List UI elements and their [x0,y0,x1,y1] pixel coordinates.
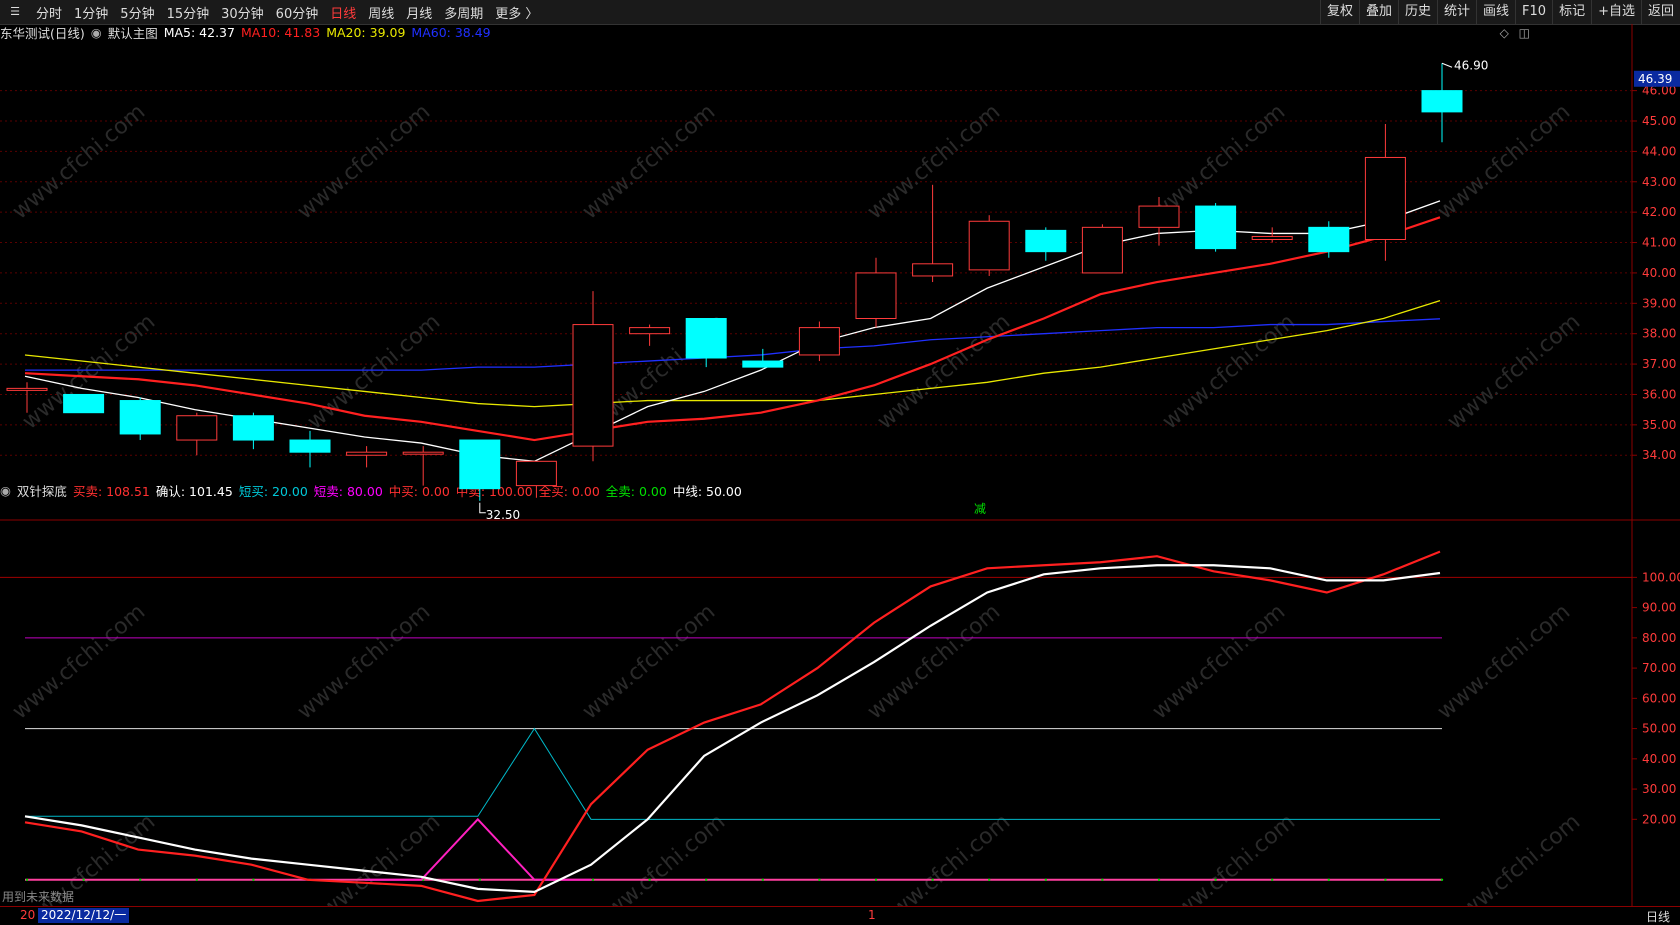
indicator-axis-label: 40.00 [1642,752,1676,766]
price-axis-label: 37.00 [1642,357,1676,371]
candle-body[interactable] [1308,226,1350,253]
candle-body[interactable] [119,400,161,435]
candle-body[interactable] [798,327,840,356]
candle-body[interactable] [1251,235,1293,240]
watermark-text: www.cfchi.com [1148,599,1290,724]
price-axis-label: 45.00 [1642,114,1676,128]
watermark-text: www.cfchi.com [293,99,435,224]
indicator-axis-label: 60.00 [1642,691,1676,705]
indicator-axis-label: 20.00 [1642,812,1676,826]
zero-dot [1440,878,1444,882]
short-buy-line [25,727,1440,820]
price-axis-label: 41.00 [1642,236,1676,250]
ma20-line [24,299,1441,408]
zero-dot [874,878,878,882]
zero-dot [648,878,651,882]
footer-period[interactable]: 日线 [1646,908,1670,925]
indicator-axis-label: 100.00 [1642,570,1680,584]
ma10-line [24,216,1441,442]
zero-dot [1044,878,1048,882]
zero-dot [818,878,821,882]
future-data-note: 用到未来数据 [2,890,75,904]
candle-body[interactable] [346,451,388,456]
indicator-axis-label: 80.00 [1642,631,1676,645]
candle-body[interactable] [912,263,954,277]
candle-body[interactable] [572,324,614,447]
watermark-text: www.cfchi.com [1433,99,1575,224]
watermark-text: www.cfchi.com [863,599,1005,724]
zero-dot [988,878,991,882]
candle-body[interactable] [1364,156,1406,240]
chart-canvas[interactable]: 46.0045.0044.0043.0042.0041.0040.0039.00… [0,0,1680,924]
candle-body[interactable] [232,415,274,441]
low-price-label: 32.50 [486,508,520,522]
candle-body[interactable] [1025,229,1067,253]
zero-dot [25,878,29,882]
watermark-text: www.cfchi.com [1443,309,1585,434]
watermark-text: www.cfchi.com [578,99,720,224]
time-axis-bar: 20 2022/12/12/一 1 日线 [0,906,1680,925]
zero-dot [195,878,198,882]
zero-dot [761,878,764,882]
date-prefix: 20 [20,908,36,922]
buy-sell-line [24,550,1441,903]
price-axis-label: 38.00 [1642,327,1676,341]
candle-body[interactable] [289,439,331,453]
zero-dot [1101,878,1104,882]
candle-body[interactable] [685,318,727,359]
watermark-text: www.cfchi.com [293,599,435,724]
price-axis-label: 40.00 [1642,266,1676,280]
zero-dot [252,878,255,882]
price-axis-label: 39.00 [1642,296,1676,310]
candle-body[interactable] [968,220,1010,271]
candle-body[interactable] [629,327,671,335]
zero-dot [1157,878,1161,882]
indicator-axis-label: 50.00 [1642,722,1676,736]
watermark-text: www.cfchi.com [873,309,1015,434]
candle-body[interactable] [855,272,897,319]
zero-dot [591,878,595,882]
zero-dot [1214,878,1217,882]
price-axis-label: 36.00 [1642,387,1676,401]
zero-dot [1327,878,1331,882]
candle-body[interactable] [742,360,784,368]
reduce-marker: 减 [974,502,986,516]
zero-dot [931,878,934,882]
candle-body[interactable] [1138,205,1180,228]
watermark-text: www.cfchi.com [1433,599,1575,724]
zero-dot [478,878,481,882]
zero-dot [139,878,142,882]
zero-dot [82,878,85,882]
watermark-text: www.cfchi.com [578,599,720,724]
current-price-label: 46.39 [1638,72,1672,86]
candle-body[interactable] [176,415,218,441]
candle-body[interactable] [1421,90,1463,113]
watermark-text: www.cfchi.com [863,99,1005,224]
price-axis-label: 44.00 [1642,144,1676,158]
cursor-date: 2022/12/12/一 [38,908,130,923]
indicator-axis-label: 90.00 [1642,601,1676,615]
high-marker [1441,62,1453,68]
price-axis-label: 42.00 [1642,205,1676,219]
candle-body[interactable] [515,460,557,487]
zero-dot [1384,878,1387,882]
indicator-axis-label: 30.00 [1642,782,1676,796]
indicator-axis-label: 70.00 [1642,661,1676,675]
candle-body[interactable] [1195,205,1237,250]
candle-body[interactable] [1081,226,1123,274]
price-axis-label: 43.00 [1642,175,1676,189]
watermark-text: www.cfchi.com [8,99,150,224]
candle-body[interactable] [6,387,48,391]
watermark-text: www.cfchi.com [8,599,150,724]
zero-dot [1271,878,1274,882]
candle-body[interactable] [459,439,501,490]
zero-dot [705,878,708,882]
price-axis-label: 35.00 [1642,418,1676,432]
high-price-label: 46.90 [1454,58,1488,72]
candle-body[interactable] [402,451,444,455]
cursor-mark: 1 [868,908,876,922]
candle-body[interactable] [63,393,105,414]
price-axis-label: 34.00 [1642,448,1676,462]
